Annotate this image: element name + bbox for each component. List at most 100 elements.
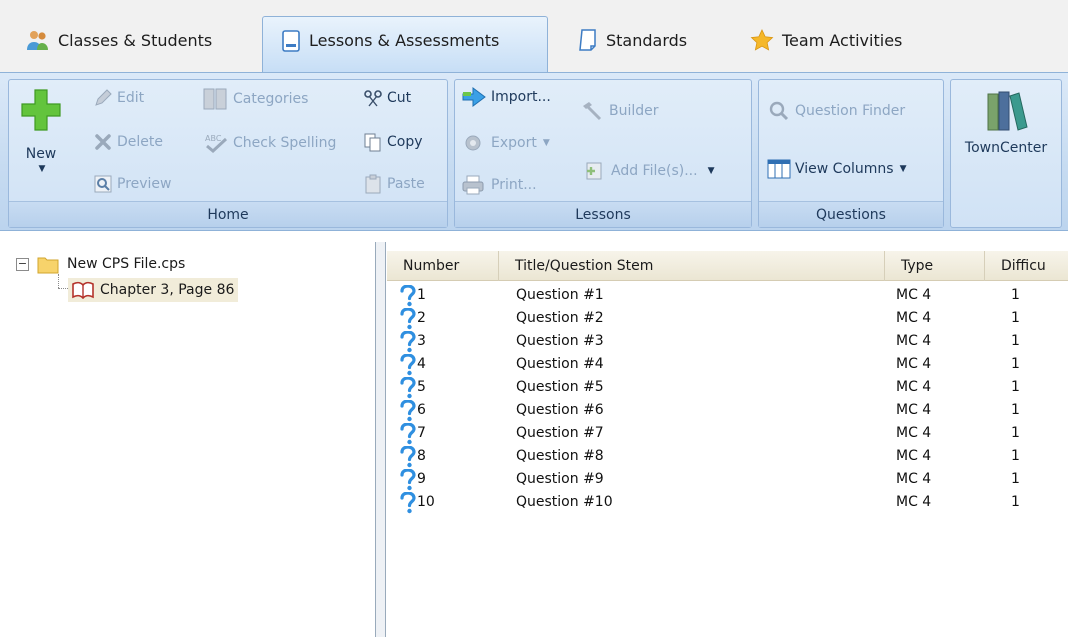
- file-tree-pane: − New CPS File.cps Chapter 3, Page 86: [0, 242, 376, 637]
- cell-title: Question #7: [516, 425, 604, 441]
- chevron-down-icon: ▼: [38, 164, 46, 174]
- cut-label: Cut: [387, 90, 412, 106]
- question-mark-icon: [400, 446, 416, 468]
- export-button[interactable]: Export ▼: [461, 132, 550, 154]
- question-mark-icon: [400, 377, 416, 399]
- collapse-icon[interactable]: −: [16, 257, 29, 271]
- table-row[interactable]: 7 Question #7 MC 4 1: [387, 422, 1068, 445]
- table-row[interactable]: 1 Question #1 MC 4 1: [387, 284, 1068, 307]
- question-mark-icon: [400, 354, 416, 376]
- ribbon-group-label: Home: [9, 201, 447, 227]
- column-header-type[interactable]: Type: [885, 251, 985, 281]
- column-header-difficulty[interactable]: Difficu: [985, 251, 1068, 281]
- ribbon: New ▼ Edit Delete Preview Categories ABC…: [0, 72, 1068, 231]
- import-label: Import...: [491, 89, 551, 105]
- copy-button[interactable]: Copy: [363, 132, 423, 152]
- cell-difficulty: 1: [1011, 356, 1020, 372]
- new-button[interactable]: New ▼: [15, 88, 67, 188]
- export-gear-icon: [465, 135, 481, 151]
- tree-connector: [58, 274, 59, 288]
- delete-x-icon: [95, 134, 111, 150]
- table-row[interactable]: 2 Question #2 MC 4 1: [387, 307, 1068, 330]
- document-icon: [282, 29, 300, 52]
- tab-label: Standards: [606, 30, 688, 50]
- cell-number: 4: [417, 356, 426, 372]
- table-row[interactable]: 10 Question #10 MC 4 1: [387, 491, 1068, 514]
- delete-button[interactable]: Delete: [93, 132, 163, 152]
- import-button[interactable]: Import...: [461, 86, 551, 108]
- cell-type: MC 4: [896, 356, 932, 372]
- preview-button[interactable]: Preview: [93, 174, 172, 194]
- cell-title: Question #2: [516, 310, 604, 326]
- ribbon-group-label: Lessons: [455, 201, 751, 227]
- tab-label: Classes & Students: [58, 30, 213, 50]
- table-row[interactable]: 4 Question #4 MC 4 1: [387, 353, 1068, 376]
- question-mark-icon: [400, 308, 416, 330]
- categories-icon: [203, 88, 227, 110]
- categories-button[interactable]: Categories: [203, 88, 308, 110]
- cell-type: MC 4: [896, 379, 932, 395]
- question-mark-icon: [400, 400, 416, 422]
- table-row[interactable]: 5 Question #5 MC 4 1: [387, 376, 1068, 399]
- ribbon-group-questions: Question Finder View Columns ▼ Questions: [758, 79, 944, 228]
- towncenter-label: TownCenter: [964, 140, 1048, 156]
- hammer-icon: [583, 102, 602, 121]
- cell-type: MC 4: [896, 471, 932, 487]
- cell-number: 9: [417, 471, 426, 487]
- cell-difficulty: 1: [1011, 287, 1020, 303]
- export-label: Export: [491, 135, 537, 151]
- tab-team-activities[interactable]: Team Activities: [732, 16, 914, 72]
- tree-child-label: Chapter 3, Page 86: [100, 282, 235, 298]
- table-row[interactable]: 6 Question #6 MC 4 1: [387, 399, 1068, 422]
- cell-number: 6: [417, 402, 426, 418]
- columns-icon: [767, 159, 791, 179]
- pane-splitter[interactable]: [376, 242, 386, 637]
- page-icon: [579, 29, 596, 51]
- grid-header: Number Title/Question Stem Type Difficu: [387, 251, 1068, 281]
- scissors-icon: [364, 90, 382, 107]
- cell-difficulty: 1: [1011, 310, 1020, 326]
- categories-label: Categories: [233, 91, 309, 107]
- cell-difficulty: 1: [1011, 333, 1020, 349]
- paste-label: Paste: [387, 176, 425, 192]
- cell-title: Question #9: [516, 471, 604, 487]
- column-header-number[interactable]: Number: [387, 251, 499, 281]
- question-mark-icon: [400, 423, 416, 445]
- print-button[interactable]: Print...: [461, 174, 537, 196]
- copy-icon: [364, 133, 381, 152]
- questions-grid: Number Title/Question Stem Type Difficu …: [387, 242, 1068, 637]
- question-finder-label: Question Finder: [795, 103, 906, 119]
- ribbon-group-home: New ▼ Edit Delete Preview Categories ABC…: [8, 79, 448, 228]
- table-row[interactable]: 3 Question #3 MC 4 1: [387, 330, 1068, 353]
- cell-number: 8: [417, 448, 426, 464]
- builder-button[interactable]: Builder: [579, 100, 659, 122]
- cell-title: Question #1: [516, 287, 604, 303]
- question-finder-button[interactable]: Question Finder: [767, 100, 905, 122]
- cut-button[interactable]: Cut: [363, 88, 411, 108]
- cell-title: Question #8: [516, 448, 604, 464]
- clipboard-icon: [365, 174, 381, 194]
- column-header-title[interactable]: Title/Question Stem: [499, 251, 885, 281]
- ribbon-group-towncenter: TownCenter: [950, 79, 1062, 228]
- table-row[interactable]: 9 Question #9 MC 4 1: [387, 468, 1068, 491]
- edit-button[interactable]: Edit: [93, 88, 144, 108]
- print-label: Print...: [491, 177, 537, 193]
- cell-title: Question #10: [516, 494, 613, 510]
- cell-type: MC 4: [896, 310, 932, 326]
- delete-label: Delete: [117, 134, 163, 150]
- tree-node-chapter[interactable]: Chapter 3, Page 86: [68, 278, 239, 302]
- view-columns-label: View Columns: [795, 161, 894, 177]
- cell-difficulty: 1: [1011, 448, 1020, 464]
- add-files-label: Add File(s)...: [611, 163, 698, 179]
- towncenter-button[interactable]: TownCenter: [951, 88, 1061, 188]
- view-columns-button[interactable]: View Columns ▼: [767, 158, 907, 180]
- tab-classes-students[interactable]: Classes & Students: [8, 16, 224, 72]
- tab-lessons-assessments[interactable]: Lessons & Assessments: [262, 16, 548, 72]
- table-row[interactable]: 8 Question #8 MC 4 1: [387, 445, 1068, 468]
- tree-node-root[interactable]: − New CPS File.cps: [16, 254, 185, 274]
- tab-standards[interactable]: Standards: [560, 16, 699, 72]
- paste-button[interactable]: Paste: [363, 174, 425, 194]
- builder-label: Builder: [609, 103, 659, 119]
- add-files-button[interactable]: Add File(s)... ▼: [583, 160, 714, 182]
- check-spelling-button[interactable]: ABC Check Spelling: [203, 132, 336, 154]
